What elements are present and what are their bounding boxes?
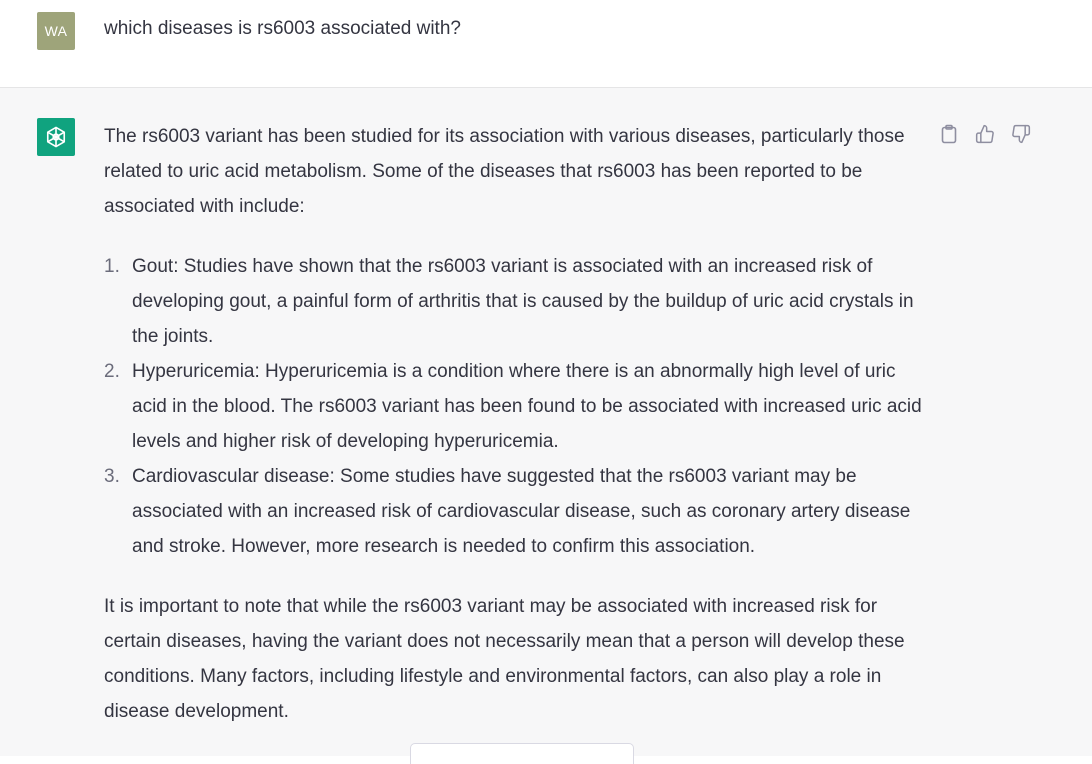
user-avatar: WA	[37, 12, 75, 50]
assistant-response: The rs6003 variant has been studied for …	[104, 119, 934, 729]
list-item-number: 1.	[104, 256, 120, 277]
openai-logo-icon	[46, 126, 66, 148]
list-item-text: Hyperuricemia: Hyperuricemia is a condit…	[132, 361, 922, 452]
message-actions	[936, 121, 1034, 147]
list-item-number: 3.	[104, 466, 120, 487]
list-item: 3. Cardiovascular disease: Some studies …	[104, 459, 934, 564]
assistant-message-row: The rs6003 variant has been studied for …	[0, 88, 1092, 764]
assistant-avatar	[37, 118, 75, 156]
thumbs-up-button[interactable]	[972, 121, 998, 147]
list-item-number: 2.	[104, 361, 120, 382]
user-message-text: which diseases is rs6003 associated with…	[104, 18, 461, 39]
thumbs-down-button[interactable]	[1008, 121, 1034, 147]
list-item: 1. Gout: Studies have shown that the rs6…	[104, 249, 934, 354]
clipboard-icon	[941, 124, 957, 144]
response-intro: The rs6003 variant has been studied for …	[104, 126, 905, 217]
list-item: 2. Hyperuricemia: Hyperuricemia is a con…	[104, 354, 934, 459]
thumbs-down-icon	[1012, 124, 1031, 144]
copy-button[interactable]	[936, 121, 962, 147]
list-item-text: Cardiovascular disease: Some studies hav…	[132, 466, 911, 557]
thumbs-up-icon	[975, 124, 994, 144]
list-item-text: Gout: Studies have shown that the rs6003…	[132, 256, 914, 347]
user-message-row: WA which diseases is rs6003 associated w…	[0, 0, 1092, 88]
disease-list: 1. Gout: Studies have shown that the rs6…	[104, 249, 934, 564]
regenerate-response-button[interactable]	[410, 743, 634, 764]
response-conclusion: It is important to note that while the r…	[104, 596, 905, 722]
